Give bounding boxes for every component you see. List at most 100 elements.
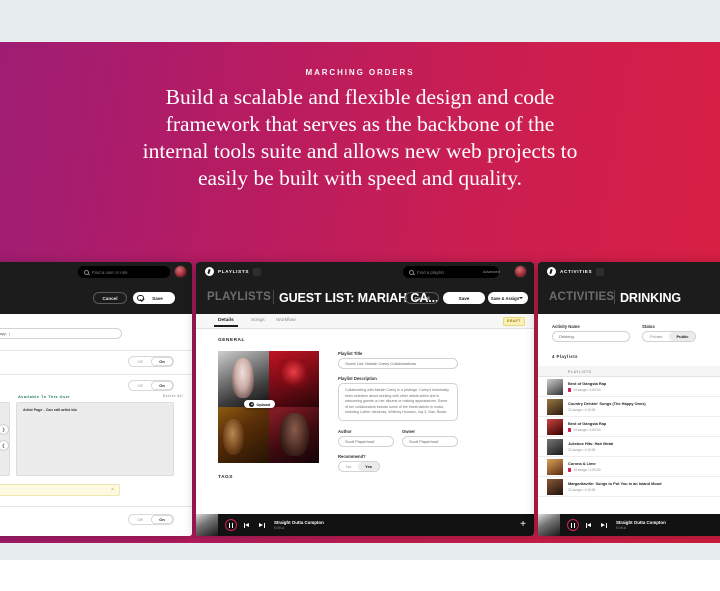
right-brand[interactable]: ACTIVITIES: [547, 267, 605, 276]
list-header-row: PLAYLISTS AUTHOR: [538, 366, 720, 377]
recommend-toggle[interactable]: No Yes: [338, 461, 381, 472]
left-body: access to playlists app and read-only ac…: [0, 314, 192, 536]
chevron-down-icon[interactable]: [596, 267, 605, 276]
mid-save-button[interactable]: Save: [443, 292, 485, 304]
playlist-description-label: Playlist Description: [338, 376, 377, 381]
status-toggle[interactable]: Private Public: [642, 331, 697, 342]
status-private[interactable]: Private: [643, 332, 669, 341]
left-app-window: Find a user or role Cancel Save access t…: [0, 262, 192, 536]
pause-button[interactable]: [225, 519, 237, 531]
left-cancel-button[interactable]: Cancel: [93, 292, 127, 304]
mid-advanced-link[interactable]: Advanced: [483, 270, 500, 274]
table-row[interactable]: Jukebox Hits: Hair Metal 22 songs • 1:10…: [538, 437, 720, 457]
right-title-name: DRINKING: [620, 290, 682, 305]
right-brand-label: ACTIVITIES: [560, 269, 593, 274]
mid-cancel-button[interactable]: Cancel: [405, 292, 439, 304]
right-titlebar: ACTIVITIES DRINKING: [538, 282, 720, 314]
left-toggle-2-on[interactable]: On: [151, 381, 173, 390]
left-source-list[interactable]: [0, 402, 10, 476]
pause-button[interactable]: [567, 519, 579, 531]
tags-header: TAGS: [218, 475, 233, 480]
left-toggle-1-off[interactable]: Off: [129, 357, 151, 366]
album-art-4: [268, 407, 319, 463]
row-artwork: [547, 399, 563, 415]
add-to-playlist-button[interactable]: +: [520, 520, 526, 530]
row-name: Best of Gangsta Rap: [568, 421, 607, 426]
left-toggle-3[interactable]: Off On: [128, 514, 174, 525]
left-toggle-3-off[interactable]: Off: [129, 515, 151, 524]
player-controls: [225, 519, 265, 531]
row-meta-text: 22 songs • 1:10:00: [568, 408, 596, 412]
column-playlists: PLAYLISTS: [568, 369, 592, 374]
mid-brand[interactable]: PLAYLISTS: [205, 267, 262, 276]
right-title-section: ACTIVITIES: [549, 291, 615, 303]
owner-input[interactable]: Scott Playerhoof: [402, 436, 458, 447]
recommend-no[interactable]: No: [339, 462, 358, 471]
playlist-description-textarea[interactable]: Collaborating with Mariah Carey is a pri…: [338, 383, 458, 421]
playlist-title-input[interactable]: Guest List: Mariah Carey Collaborations: [338, 358, 458, 369]
recommend-yes[interactable]: Yes: [358, 462, 380, 471]
table-row[interactable]: Best of Gangsta Rap 14 songs • 1:00:00 b…: [538, 417, 720, 437]
row-meta-text: 14 songs • 1:00:00: [573, 468, 601, 472]
left-toggle-1-on[interactable]: On: [151, 357, 173, 366]
left-titlebar: Cancel Save: [0, 282, 192, 314]
left-available-action[interactable]: Select All: [163, 394, 183, 398]
author-label: Author: [338, 429, 352, 434]
avatar[interactable]: [174, 265, 187, 278]
row-artwork: [547, 379, 563, 395]
now-playing-meta: Straight Outta Compton N.W.A: [616, 520, 666, 530]
next-button[interactable]: [600, 522, 607, 529]
left-save-button[interactable]: Save: [133, 292, 175, 304]
tab-details[interactable]: Details: [214, 318, 238, 327]
app-logo-icon: [547, 267, 556, 276]
row-meta: 14 songs • 1:00:00: [568, 468, 601, 472]
previous-button[interactable]: [244, 522, 251, 529]
app-logo-icon: [205, 267, 214, 276]
previous-button[interactable]: [586, 522, 593, 529]
left-search-input[interactable]: Find a user or role: [78, 266, 170, 278]
table-row[interactable]: Corona & Lime 14 songs • 1:00:00 byChris: [538, 457, 720, 477]
mid-save-assign-button[interactable]: Save & Assign: [488, 292, 528, 304]
table-row[interactable]: Best of Gangsta Rap 14 songs • 1:00:00 b…: [538, 377, 720, 397]
upload-icon: [249, 401, 254, 407]
now-playing-art: [196, 514, 218, 536]
table-row[interactable]: Margaritaville: Songs to Put You in an I…: [538, 477, 720, 497]
close-icon[interactable]: ×: [111, 487, 114, 493]
row-name: Jukebox Hits: Hair Metal: [568, 441, 614, 446]
list-item[interactable]: Artist Page - Can edit artist bio: [23, 408, 77, 412]
avatar[interactable]: [514, 265, 527, 278]
album-art-3: [218, 407, 269, 463]
table-row[interactable]: Country Drinkin' Songs (The Happy Ones) …: [538, 397, 720, 417]
search-icon: [409, 269, 414, 275]
left-toggle-2[interactable]: Off On: [128, 380, 174, 391]
title-divider: [614, 290, 615, 304]
upload-button[interactable]: Upload: [244, 400, 276, 409]
tab-songs[interactable]: Songs: [251, 318, 265, 323]
left-available-list[interactable]: Artist Page - Can edit artist bio: [16, 402, 174, 476]
row-name: Best of Gangsta Rap: [568, 381, 607, 386]
left-permission-note[interactable]: access to playlists app and read-only ac…: [0, 328, 122, 339]
row-name: Margaritaville: Songs to Put You in an I…: [568, 481, 662, 486]
left-toggle-3-on[interactable]: On: [151, 515, 173, 524]
mid-section-header: GENERAL: [218, 338, 245, 343]
hero-headline: Build a scalable and flexible design and…: [142, 85, 578, 190]
status-public[interactable]: Public: [669, 332, 696, 341]
upload-label: Upload: [256, 401, 271, 407]
left-warning-bar: Permission pending ×: [0, 484, 120, 496]
left-toggle-1[interactable]: Off On: [128, 356, 174, 367]
next-button[interactable]: [258, 522, 265, 529]
search-icon: [84, 269, 89, 275]
right-player-bar: Straight Outta Compton N.W.A: [538, 514, 720, 536]
activity-name-input[interactable]: Drinking: [552, 331, 630, 342]
chevron-down-icon[interactable]: [253, 267, 262, 276]
explicit-icon: [568, 428, 572, 432]
row-meta-text: 14 songs • 1:00:00: [573, 428, 601, 432]
tab-workflow[interactable]: Workflow: [276, 318, 296, 323]
author-input[interactable]: Scott Playerhoof: [338, 436, 394, 447]
row-artwork: [547, 419, 563, 435]
mid-brand-label: PLAYLISTS: [218, 269, 250, 274]
divider-2: [0, 374, 192, 375]
row-meta-text: 22 songs • 1:10:00: [568, 488, 596, 492]
left-toggle-2-off[interactable]: Off: [129, 381, 151, 390]
mid-tabbar: Details Songs Workflow DRAFT: [196, 314, 534, 329]
